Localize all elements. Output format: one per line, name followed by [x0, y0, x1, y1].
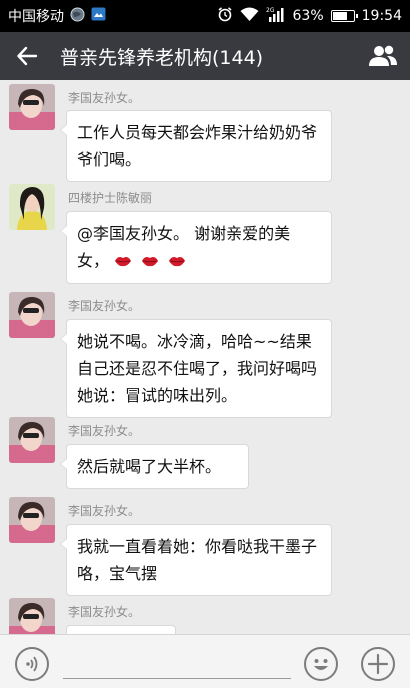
sender-name: 李国友孙女。 [68, 424, 141, 438]
status-right: 2G 63% 19:54 [217, 6, 402, 26]
message-bubble[interactable]: @李国友孙女。 谢谢亲爱的美女， [60, 211, 332, 284]
message-bubble[interactable]: 我就一直看着她：你看哒我干墨子咯，宝气摆 [60, 524, 332, 596]
avatar[interactable] [9, 497, 55, 543]
input-bar [0, 634, 410, 688]
battery-level [332, 12, 347, 20]
wifi-icon [240, 7, 259, 26]
back-button[interactable] [0, 32, 54, 80]
lips-emoji-icon [168, 248, 186, 275]
message-list[interactable]: 李国友孙女。 工作人员每天都会炸果汁给奶奶爷爷们喝。 四楼护士陈敏丽 @李国友孙… [0, 80, 410, 634]
signal-icon: 2G [266, 7, 286, 26]
sender-name: 李国友孙女。 [68, 299, 141, 313]
sender-name: 李国友孙女。 [68, 605, 141, 619]
message-bubble[interactable] [66, 625, 176, 634]
sender-name: 四楼护士陈敏丽 [68, 191, 153, 205]
lips-emoji-icon [114, 248, 132, 275]
battery-icon [330, 10, 358, 22]
chat-header: 普亲先锋养老机构(144) [0, 32, 410, 80]
voice-icon [26, 656, 38, 672]
message-text: 我就一直看着她：你看哒我干墨子咯，宝气摆 [77, 537, 318, 583]
avatar[interactable] [9, 598, 55, 634]
plus-icon [367, 653, 389, 675]
avatar[interactable] [9, 292, 55, 338]
battery-percent: 63% [292, 8, 324, 24]
sender-name: 李国友孙女。 [68, 504, 141, 518]
message-bubble[interactable]: 然后就喝了大半杯。 [60, 444, 249, 489]
clock-time: 19:54 [361, 8, 402, 24]
network-type-label: 2G [266, 7, 275, 14]
message-text: 她说不喝。冰冷滴，哈哈~~结果自己还是忍不住喝了，我问好喝吗她说：冒试的味出列。 [77, 332, 318, 405]
plus-button[interactable] [361, 647, 395, 681]
chat-title: 普亲先锋养老机构(144) [60, 46, 264, 69]
alarm-clock-icon [217, 6, 233, 26]
arrow-left-icon [17, 46, 38, 66]
status-bar: 中国移动 2G 63% 19:54 [0, 0, 410, 32]
carrier-label: 中国移动 [8, 9, 64, 25]
message-text: 工作人员每天都会炸果汁给奶奶爷爷们喝。 [77, 123, 318, 169]
globe-icon [70, 7, 85, 26]
message-input[interactable] [63, 645, 291, 679]
message-bubble[interactable]: 工作人员每天都会炸果汁给奶奶爷爷们喝。 [60, 110, 332, 182]
avatar[interactable] [9, 417, 55, 463]
emoji-icon [314, 659, 328, 670]
avatar[interactable] [9, 84, 55, 130]
group-members-button[interactable] [356, 32, 410, 80]
voice-button[interactable] [15, 647, 49, 681]
message-text: 然后就喝了大半杯。 [77, 457, 222, 476]
emoji-button[interactable] [304, 647, 338, 681]
sender-name: 李国友孙女。 [68, 91, 141, 105]
message-bubble[interactable]: 她说不喝。冰冷滴，哈哈~~结果自己还是忍不住喝了，我问好喝吗她说：冒试的味出列。 [60, 319, 332, 418]
lips-emoji-icon [141, 248, 159, 275]
status-left: 中国移动 [8, 6, 106, 26]
group-members-icon [369, 45, 397, 66]
avatar[interactable] [9, 184, 55, 230]
gallery-icon [91, 7, 106, 25]
